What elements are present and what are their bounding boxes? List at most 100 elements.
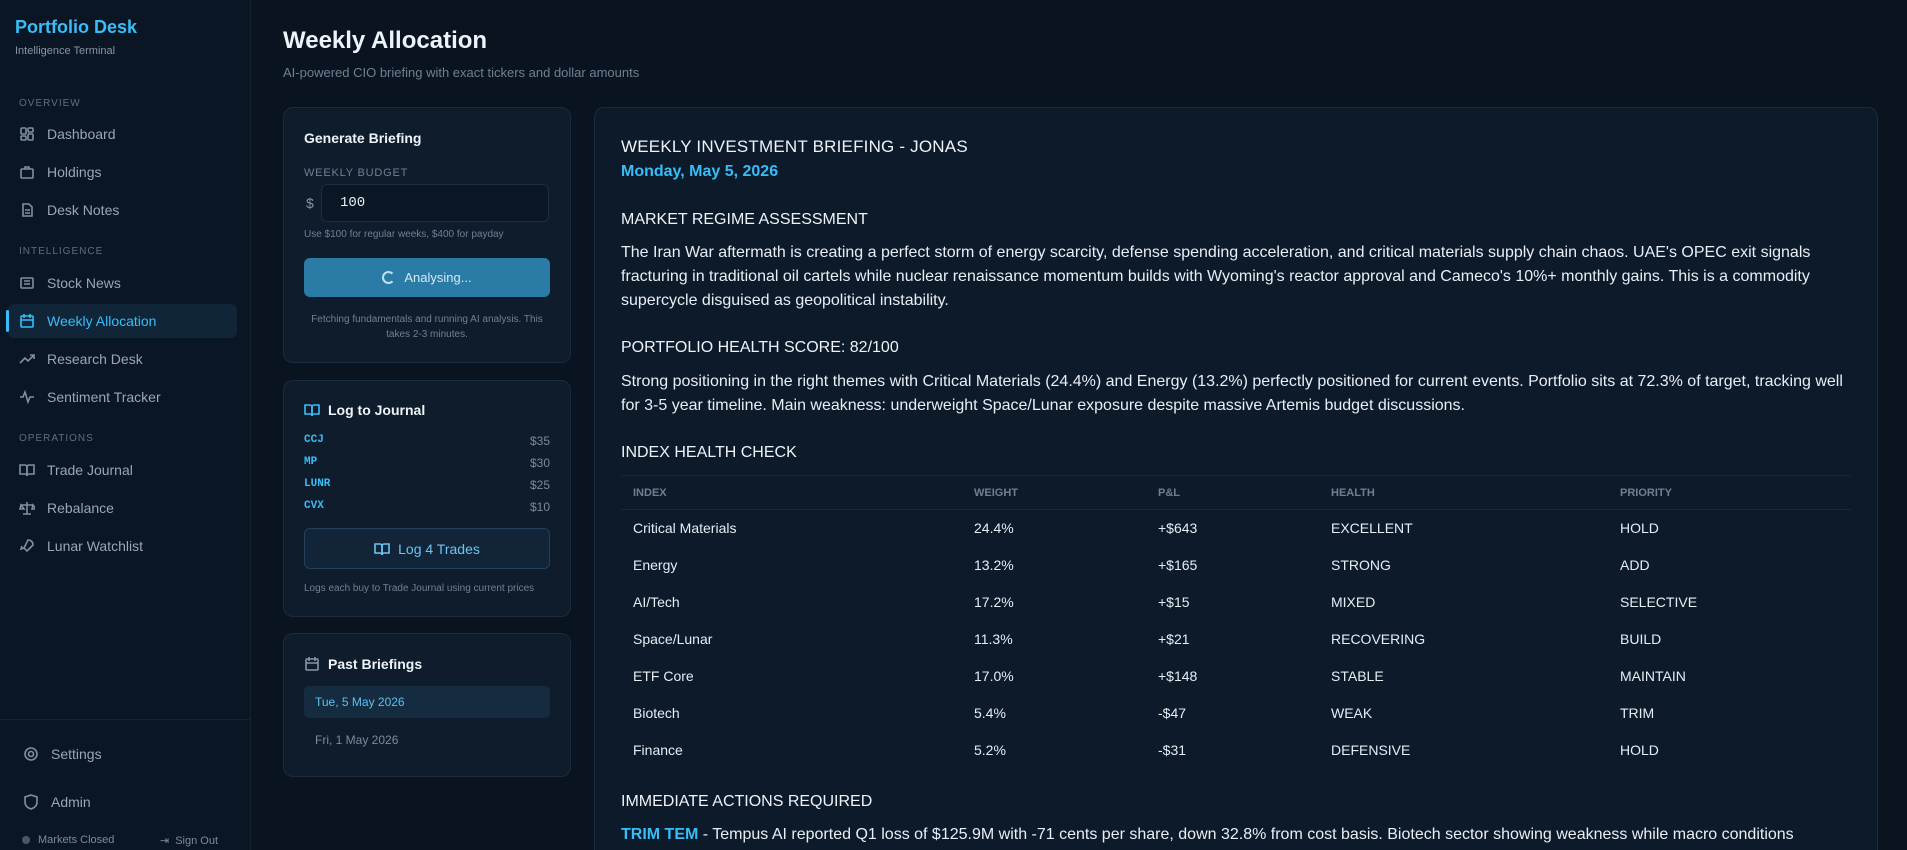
past-briefings-title: Past Briefings <box>304 656 422 672</box>
index-name: Finance <box>633 742 683 758</box>
sidebar-item-dashboard[interactable]: Dashboard <box>8 117 237 151</box>
weekly-budget-input[interactable] <box>321 184 549 222</box>
book-icon <box>304 404 320 417</box>
index-weight: 11.3% <box>974 631 1013 647</box>
brand-title[interactable]: Portfolio Desk <box>15 17 137 38</box>
budget-hint: Use $100 for regular weeks, $400 for pay… <box>304 229 504 240</box>
past-briefings-card: Past Briefings Tue, 5 May 2026 Fri, 1 Ma… <box>283 633 571 777</box>
table-row: Biotech 5.4% -$47 WEAK TRIM <box>621 695 1851 732</box>
trade-row: CVX $10 <box>304 500 550 514</box>
book-icon <box>374 542 390 555</box>
sidebar-item-admin[interactable]: Admin <box>8 785 237 819</box>
briefcase-icon <box>19 164 35 180</box>
sidebar-item-research-desk[interactable]: Research Desk <box>8 342 237 376</box>
pulse-icon <box>19 389 35 405</box>
sign-out-icon: ⇥ <box>160 835 170 847</box>
column-header: HEALTH <box>1319 475 1608 510</box>
table-row: ETF Core 17.0% +$148 STABLE MAINTAIN <box>621 658 1851 695</box>
index-priority: BUILD <box>1620 631 1662 647</box>
sidebar-item-trade-journal[interactable]: Trade Journal <box>8 453 237 487</box>
calendar-icon <box>19 313 35 329</box>
table-row: Critical Materials 24.4% +$643 EXCELLENT… <box>621 510 1851 547</box>
index-health-table: INDEX WEIGHT P&L HEALTH PRIORITY Critica… <box>621 475 1851 769</box>
sidebar-item-settings[interactable]: Settings <box>8 737 237 771</box>
generate-button[interactable]: Analysing... <box>304 258 550 297</box>
spinner-icon <box>382 271 396 284</box>
sidebar-item-sentiment-tracker[interactable]: Sentiment Tracker <box>8 380 237 414</box>
index-health: STRONG <box>1331 557 1391 573</box>
regime-heading: MARKET REGIME ASSESSMENT <box>621 211 868 228</box>
column-header: INDEX <box>621 475 962 510</box>
table-row: Finance 5.2% -$31 DEFENSIVE HOLD <box>621 732 1851 769</box>
index-pnl: +$21 <box>1158 631 1190 647</box>
currency-symbol: $ <box>306 195 314 211</box>
sidebar-item-weekly-allocation[interactable]: Weekly Allocation <box>6 304 237 338</box>
gear-icon <box>23 746 39 762</box>
index-weight: 24.4% <box>974 520 1014 537</box>
log-trades-button[interactable]: Log 4 Trades <box>304 528 550 569</box>
sidebar-item-holdings[interactable]: Holdings <box>8 155 237 189</box>
sidebar-item-desk-notes[interactable]: Desk Notes <box>8 193 237 227</box>
index-health: EXCELLENT <box>1331 520 1413 537</box>
status-dot-icon <box>22 836 30 844</box>
document-icon <box>19 202 35 218</box>
nav-section-overview: OVERVIEW <box>19 98 81 109</box>
index-health: STABLE <box>1331 668 1384 684</box>
column-header: PRIORITY <box>1608 475 1851 510</box>
table-row: Energy 13.2% +$165 STRONG ADD <box>621 547 1851 584</box>
nav-section-operations: OPERATIONS <box>19 433 94 444</box>
report-date: Monday, May 5, 2026 <box>621 163 779 180</box>
log-journal-card: Log to Journal CCJ $35 MP $30 LUNR $25 C… <box>283 380 571 617</box>
index-pnl: -$47 <box>1158 705 1187 721</box>
sidebar-item-label: Admin <box>51 794 91 810</box>
index-weight: 17.2% <box>974 594 1014 610</box>
index-name: Critical Materials <box>633 520 737 537</box>
sidebar-item-label: Research Desk <box>47 351 143 367</box>
index-priority: HOLD <box>1620 742 1659 758</box>
calendar-icon <box>305 657 319 671</box>
index-name: AI/Tech <box>633 594 680 610</box>
action-item: TRIM TEM - Tempus AI reported Q1 loss of… <box>621 823 1851 847</box>
shield-icon <box>23 794 39 810</box>
trade-ticker: MP <box>304 456 318 468</box>
trade-amount: $25 <box>529 478 550 492</box>
sidebar-item-label: Rebalance <box>47 500 114 516</box>
market-status: Markets Closed <box>22 834 114 846</box>
index-weight: 5.4% <box>974 705 1006 721</box>
sidebar-item-lunar-watchlist[interactable]: Lunar Watchlist <box>8 529 237 563</box>
index-weight: 13.2% <box>974 557 1014 573</box>
index-pnl: +$165 <box>1158 557 1198 573</box>
rocket-icon <box>19 538 35 554</box>
sidebar-item-label: Lunar Watchlist <box>47 538 143 554</box>
past-briefing-item[interactable]: Tue, 5 May 2026 <box>304 686 550 718</box>
trade-ticker: CVX <box>304 500 324 512</box>
sidebar-item-label: Stock News <box>47 275 121 291</box>
index-weight: 17.0% <box>974 668 1014 684</box>
log-journal-title: Log to Journal <box>304 402 425 418</box>
index-pnl: -$31 <box>1158 742 1187 758</box>
sidebar-item-rebalance[interactable]: Rebalance <box>8 491 237 525</box>
sidebar-divider <box>0 719 251 720</box>
table-header-row: INDEX WEIGHT P&L HEALTH PRIORITY <box>621 475 1851 510</box>
index-priority: TRIM <box>1620 705 1655 721</box>
index-name: ETF Core <box>633 668 694 684</box>
dashboard-icon <box>19 126 35 142</box>
brand: Portfolio Desk Intelligence Terminal <box>15 17 137 57</box>
index-priority: HOLD <box>1620 520 1659 537</box>
index-pnl: +$148 <box>1158 668 1198 684</box>
sign-out-link[interactable]: ⇥ Sign Out <box>160 834 219 848</box>
nav-section-intelligence: INTELLIGENCE <box>19 246 104 257</box>
column-header: P&L <box>1146 475 1319 510</box>
sign-out-label: Sign Out <box>175 834 219 847</box>
sidebar-item-label: Dashboard <box>47 126 116 142</box>
sidebar-item-stock-news[interactable]: Stock News <box>8 266 237 300</box>
index-health: DEFENSIVE <box>1331 742 1411 758</box>
trending-icon <box>19 351 35 367</box>
health-text: Strong positioning in the right themes w… <box>621 373 1843 414</box>
past-briefing-item[interactable]: Fri, 1 May 2026 <box>304 724 550 756</box>
trade-row: LUNR $25 <box>304 478 550 492</box>
past-briefings-title-text: Past Briefings <box>328 656 423 672</box>
actions-heading: IMMEDIATE ACTIONS REQUIRED <box>621 793 873 810</box>
log-journal-title-text: Log to Journal <box>328 402 426 418</box>
index-pnl: +$15 <box>1158 594 1190 610</box>
